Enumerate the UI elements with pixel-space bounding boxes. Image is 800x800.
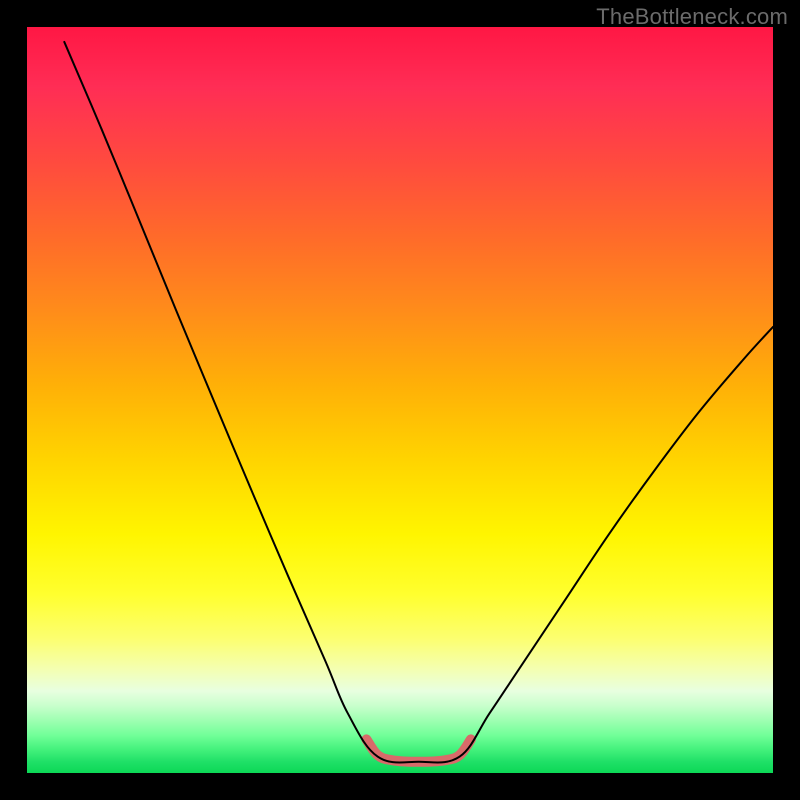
chart-svg	[27, 27, 773, 773]
chart-frame: TheBottleneck.com	[0, 0, 800, 800]
plot-area	[27, 27, 773, 773]
watermark-text: TheBottleneck.com	[596, 4, 788, 30]
bottleneck-curve	[64, 42, 773, 763]
